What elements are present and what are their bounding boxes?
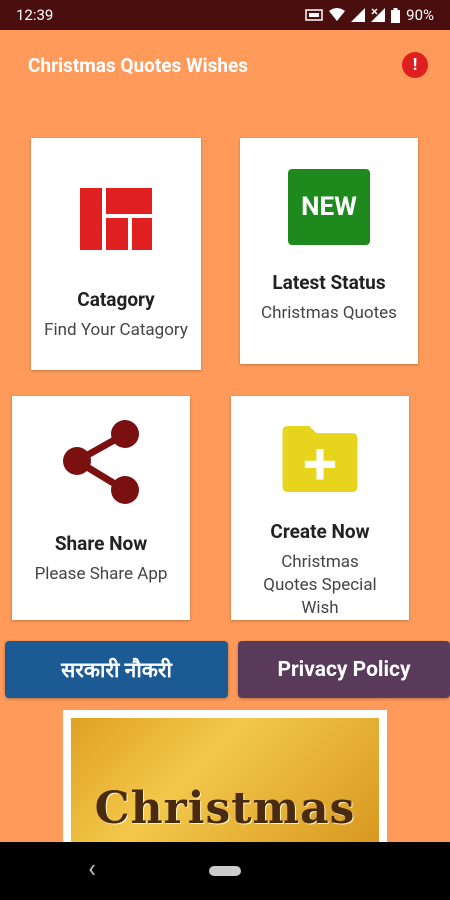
share-title: Share Now	[54, 532, 148, 555]
wifi-icon	[329, 8, 346, 21]
share-icon	[63, 420, 139, 504]
share-subtitle: Please Share App	[34, 564, 168, 584]
info-icon[interactable]: !	[402, 52, 428, 78]
privacy-policy-button[interactable]: Privacy Policy	[238, 641, 450, 698]
latest-status-subtitle: Christmas Quotes	[261, 303, 397, 323]
new-badge-icon: NEW	[288, 169, 370, 245]
app-bar: Christmas Quotes Wishes !	[0, 30, 450, 100]
category-subtitle: Find Your Catagory	[44, 320, 188, 340]
status-icons: 90%	[305, 6, 434, 24]
category-grid-icon	[80, 188, 152, 250]
navigation-bar: ‹	[0, 842, 450, 900]
latest-status-title: Latest Status	[272, 271, 386, 294]
battery-percent: 90%	[406, 6, 434, 24]
folder-add-icon	[282, 426, 358, 492]
status-bar: 12:39 90%	[0, 0, 450, 30]
latest-status-card[interactable]: NEW Latest Status Christmas Quotes	[240, 138, 418, 364]
signal-off-icon	[371, 8, 386, 22]
back-icon[interactable]: ‹	[88, 854, 96, 884]
home-pill-icon[interactable]	[209, 866, 241, 876]
category-card[interactable]: Catagory Find Your Catagory	[31, 138, 201, 370]
sarkari-naukri-button[interactable]: सरकारी नौकरी	[5, 641, 228, 698]
banner-image: Christmas	[71, 718, 379, 842]
create-card[interactable]: Create Now Christmas Quotes Special Wish	[231, 396, 409, 620]
battery-icon	[391, 7, 401, 23]
christmas-banner[interactable]: Christmas	[63, 710, 387, 850]
status-time: 12:39	[16, 6, 54, 24]
create-title: Create Now	[270, 520, 370, 543]
signal-icon	[351, 8, 366, 22]
create-subtitle: Christmas Quotes Special Wish	[263, 552, 377, 618]
volte-icon	[305, 9, 323, 21]
category-title: Catagory	[77, 288, 155, 311]
share-card[interactable]: Share Now Please Share App	[12, 396, 190, 620]
banner-text: Christmas	[94, 783, 356, 834]
app-title: Christmas Quotes Wishes	[28, 53, 249, 77]
new-badge-label: NEW	[301, 192, 357, 222]
